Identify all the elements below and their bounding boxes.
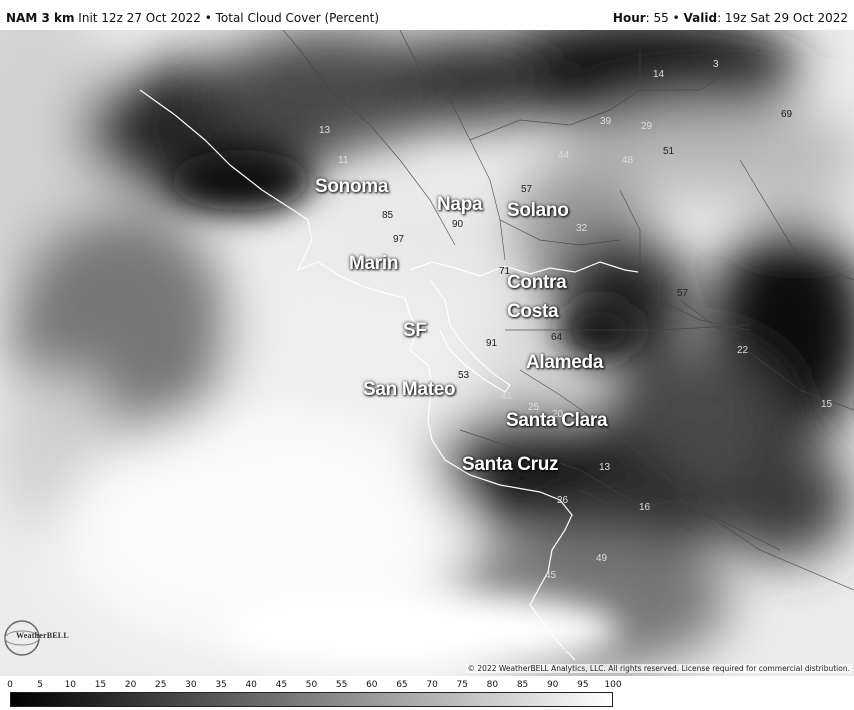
colorbar-tick-label: 60 (366, 680, 378, 690)
point-value: 51 (663, 146, 675, 157)
product-name: Total Cloud Cover (Percent) (215, 11, 380, 25)
copyright-notice: © 2022 WeatherBELL Analytics, LLC. All r… (465, 664, 852, 673)
point-value: 11 (338, 155, 349, 166)
point-value: 44 (558, 150, 570, 161)
map-header: NAM 3 km Init 12z 27 Oct 2022 • Total Cl… (0, 0, 854, 30)
colorbar-tick-label: 85 (516, 680, 529, 690)
point-value: 69 (781, 109, 793, 120)
point-value: 90 (452, 219, 464, 230)
point-value: 3 (713, 59, 719, 70)
point-value: 91 (486, 338, 498, 349)
colorbar-tick-label: 90 (546, 680, 559, 690)
county-label-napa: Napa (437, 194, 483, 215)
point-value: 41 (501, 391, 513, 402)
point-value: 32 (576, 223, 588, 234)
weatherbell-logo: WeatherBELL (2, 618, 78, 658)
colorbar-tick-label: 35 (215, 680, 227, 690)
colorbar-tick-label: 0 (7, 680, 13, 690)
colorbar-tick-label: 70 (426, 680, 438, 690)
colorbar-tick-label: 20 (124, 680, 137, 690)
point-value: 26 (557, 495, 569, 506)
colorbar-tick-label: 15 (94, 680, 107, 690)
point-value: 97 (393, 234, 405, 245)
point-value: 14 (653, 69, 665, 80)
point-value: 29 (641, 121, 653, 132)
colorbar-tick-label: 30 (185, 680, 197, 690)
colorbar-tick-label: 25 (155, 680, 167, 690)
point-value: 13 (319, 125, 331, 136)
point-value: 13 (599, 462, 611, 473)
county-label-marin: Marin (349, 253, 399, 274)
point-value: 85 (382, 210, 394, 221)
colorbar-legend: 0 5 10 15 20 25 30 35 40 45 50 55 60 65 70 75 80 85 90 95 10… (0, 676, 854, 710)
point-value: 64 (551, 332, 563, 343)
valid-value: : 19z Sat 29 Oct 2022 (717, 11, 848, 25)
init-time: Init 12z 27 Oct 2022 (78, 11, 201, 25)
separator: • (204, 11, 212, 25)
point-value: 53 (458, 370, 470, 381)
county-label-alameda: Alameda (526, 352, 604, 373)
point-value: 71 (499, 266, 511, 277)
colorbar-tick-label: 80 (486, 680, 499, 690)
point-value: 25 (528, 402, 540, 413)
point-value: 57 (521, 184, 533, 195)
model-name: NAM 3 km (6, 11, 75, 25)
valid-label: Valid (683, 11, 718, 25)
colorbar-tick-label: 45 (275, 680, 288, 690)
point-value: 57 (677, 288, 689, 299)
colorbar-tick-label: 55 (335, 680, 348, 690)
point-value: 49 (596, 553, 608, 564)
county-label-sonoma: Sonoma (315, 176, 389, 197)
map-canvas (0, 30, 854, 676)
point-value: 48 (622, 155, 634, 166)
hour-label: Hour (612, 11, 646, 25)
header-left: NAM 3 km Init 12z 27 Oct 2022 • Total Cl… (6, 11, 379, 25)
county-label-solano: Solano (507, 200, 569, 221)
colorbar-tick-label: 100 (604, 680, 622, 690)
hour-value: : 55 (645, 11, 669, 25)
county-label-santa-cruz: Santa Cruz (462, 454, 559, 475)
separator-2: • (672, 11, 680, 25)
colorbar-tick-label: 65 (396, 680, 408, 690)
point-value: 16 (639, 502, 651, 513)
point-value: 39 (600, 116, 612, 127)
county-label-sf: SF (403, 320, 427, 341)
county-label-costa: Costa (507, 301, 559, 322)
header-right: Hour: 55 • Valid: 19z Sat 29 Oct 2022 (613, 11, 848, 25)
colorbar-tick-label: 75 (456, 680, 468, 690)
point-value: 20 (552, 409, 564, 420)
colorbar-tick-label: 5 (37, 680, 44, 690)
cloud-cover-map[interactable]: Sonoma Napa Solano Marin Contra Costa SF… (0, 30, 854, 676)
colorbar-tick-label: 50 (305, 680, 318, 690)
colorbar-tick-label: 10 (64, 680, 77, 690)
county-label-san-mateo: San Mateo (363, 379, 456, 400)
county-label-contra: Contra (507, 272, 567, 293)
point-value: 15 (821, 399, 833, 410)
point-value: 22 (737, 345, 749, 356)
colorbar-gradient (10, 692, 613, 707)
colorbar-tick-label: 95 (577, 680, 589, 690)
colorbar-tick-label: 40 (245, 680, 257, 690)
logo-text: WeatherBELL (16, 631, 69, 640)
point-value: 38 (562, 645, 574, 656)
point-value: 45 (545, 570, 557, 581)
